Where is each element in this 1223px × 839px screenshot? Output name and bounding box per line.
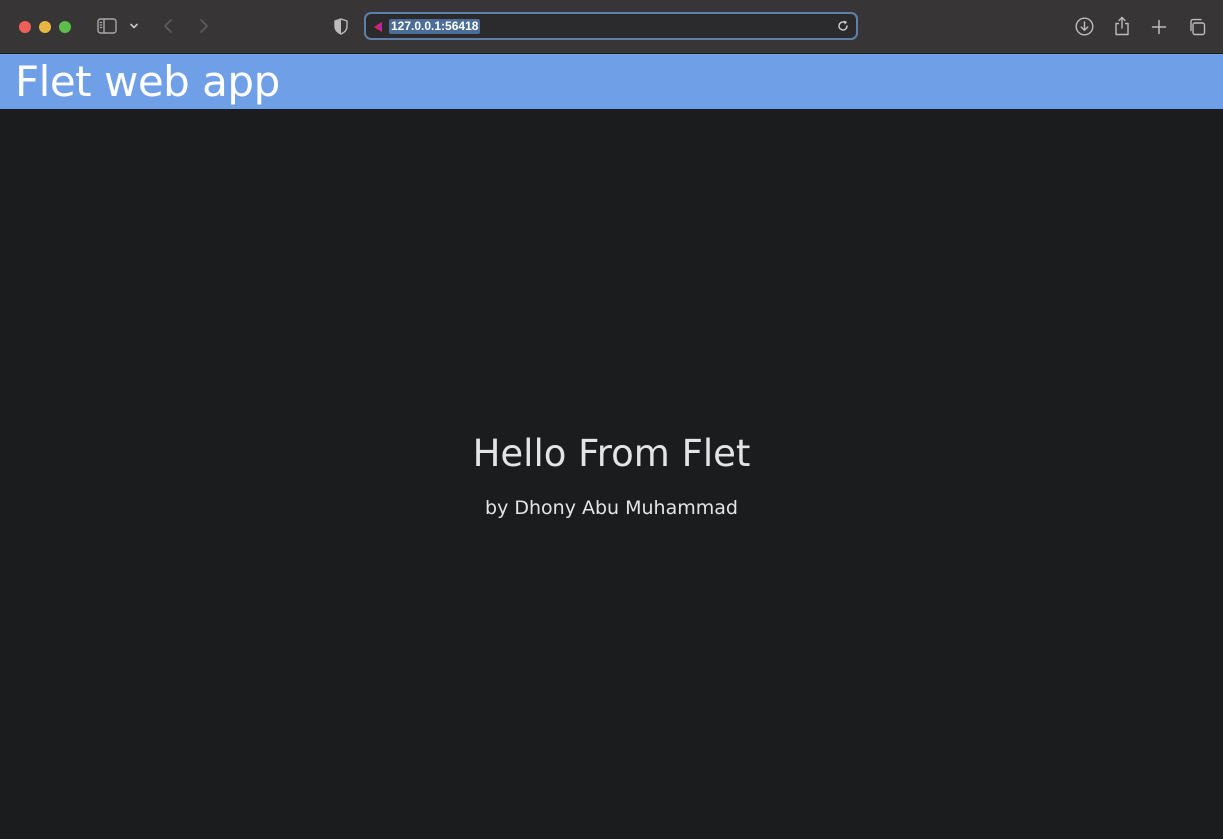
sidebar-icon[interactable]	[96, 17, 117, 35]
plus-icon[interactable]	[1150, 18, 1167, 35]
minimize-window-button[interactable]	[39, 21, 51, 33]
share-icon[interactable]	[1113, 15, 1131, 36]
page-content: Hello From Flet by Dhony Abu Muhammad	[0, 109, 1223, 839]
back-arrow-icon[interactable]	[160, 16, 176, 36]
app-bar-title: Flet web app	[15, 57, 280, 106]
reload-icon[interactable]	[836, 19, 850, 33]
browser-window: 127.0.0.1:56418 Flet web app Hello From …	[0, 0, 1223, 839]
download-icon[interactable]	[1074, 16, 1094, 36]
flet-logo-icon	[372, 20, 384, 32]
app-bar: Flet web app	[0, 54, 1223, 109]
address-bar[interactable]: 127.0.0.1:56418	[364, 12, 858, 40]
zoom-window-button[interactable]	[59, 21, 71, 33]
shield-icon[interactable]	[333, 17, 349, 36]
forward-arrow-icon[interactable]	[196, 16, 212, 36]
tab-overview-icon[interactable]	[1187, 17, 1206, 36]
chevron-down-icon[interactable]	[128, 20, 140, 32]
close-window-button[interactable]	[19, 21, 31, 33]
page-heading: Hello From Flet	[472, 432, 751, 475]
browser-toolbar: 127.0.0.1:56418	[0, 0, 1223, 54]
author-byline: by Dhony Abu Muhammad	[485, 497, 738, 519]
url-text[interactable]: 127.0.0.1:56418	[389, 19, 481, 34]
